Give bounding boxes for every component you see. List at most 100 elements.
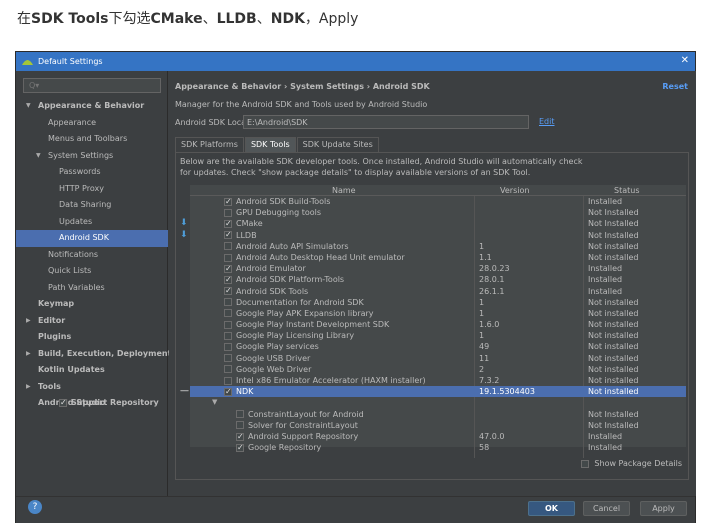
row-checkbox[interactable] <box>236 431 244 442</box>
sidebar-item-updates[interactable]: Updates <box>16 214 168 231</box>
show-details-checkbox[interactable] <box>581 459 590 468</box>
sidebar-item-label: Plugins <box>38 332 72 341</box>
sidebar-item-http-proxy[interactable]: HTTP Proxy <box>16 181 168 198</box>
row-checkbox[interactable] <box>224 242 232 251</box>
table-row[interactable]: Documentation for Android SDK 1 Not instal… <box>190 297 686 308</box>
table-row[interactable]: Google Play services 49 Not installed <box>190 341 686 352</box>
chevron-down-icon[interactable]: ▼ <box>26 98 31 115</box>
sidebar-item-editor[interactable]: ▶ Editor <box>16 313 168 330</box>
caption-ndk: NDK <box>270 11 305 27</box>
sidebar-item-appearance[interactable]: Appearance <box>16 115 168 132</box>
row-checkbox[interactable] <box>224 208 232 217</box>
minus-icon: — <box>180 386 189 397</box>
column-status[interactable]: Status <box>614 185 640 196</box>
chevron-right-icon[interactable]: ▶ <box>26 313 31 330</box>
row-checkbox[interactable] <box>224 309 232 318</box>
row-checkbox[interactable] <box>236 442 244 453</box>
table-row[interactable]: ConstraintLayout for Android Not Installe… <box>190 409 686 420</box>
row-checkbox[interactable] <box>224 298 232 307</box>
row-checkbox[interactable] <box>224 274 232 285</box>
sidebar-item-tools[interactable]: ▶ Tools <box>16 379 168 396</box>
search-input[interactable] <box>27 80 137 91</box>
row-checkbox[interactable] <box>224 253 232 262</box>
table-row[interactable]: Android SDK Platform-Tools 28.0.1 Installe… <box>190 274 686 285</box>
sidebar-item-plugins[interactable]: Plugins <box>16 329 168 346</box>
sidebar-item-menus-and-toolbars[interactable]: Menus and Toolbars <box>16 131 168 148</box>
row-name: Android Auto API Simulators <box>236 241 349 251</box>
column-version[interactable]: Version <box>500 185 529 196</box>
row-checkbox[interactable] <box>224 365 232 374</box>
chevron-down-icon[interactable]: ▼ <box>36 148 41 165</box>
row-checkbox[interactable] <box>224 331 232 340</box>
row-checkbox[interactable] <box>224 376 232 385</box>
table-row[interactable]: Android SDK Build-Tools Installed <box>190 196 686 207</box>
row-name: Intel x86 Emulator Accelerator (HAXM ins… <box>236 376 426 385</box>
edit-location-link[interactable]: Edit <box>539 117 555 126</box>
table-row[interactable]: Google Repository 58 Installed <box>190 442 686 453</box>
sidebar-item-notifications[interactable]: Notifications <box>16 247 168 264</box>
row-checkbox[interactable] <box>59 397 67 408</box>
row-checkbox[interactable] <box>224 196 232 207</box>
tab-sdk-update-sites[interactable]: SDK Update Sites <box>296 137 379 152</box>
caption-suffix: ，Apply <box>304 11 359 27</box>
table-row[interactable]: Google Play Instant Development SDK 1.6.0… <box>190 319 686 330</box>
chevron-right-icon[interactable]: ▶ <box>26 379 31 396</box>
row-status: Not installed <box>588 387 639 397</box>
row-checkbox[interactable] <box>224 263 232 274</box>
table-row[interactable]: GPU Debugging tools Not Installed <box>190 207 686 218</box>
chevron-down-icon[interactable]: ▼ <box>212 397 217 408</box>
sidebar-item-label: Kotlin Updates <box>38 365 105 374</box>
sidebar-item-path-variables[interactable]: Path Variables <box>16 280 168 297</box>
table-row[interactable]: Google Web Driver 2 Not installed <box>190 364 686 375</box>
row-checkbox[interactable] <box>224 354 232 363</box>
row-checkbox[interactable] <box>236 421 244 430</box>
close-icon[interactable]: ✕ <box>681 55 689 66</box>
row-checkbox[interactable] <box>224 229 232 240</box>
row-checkbox[interactable] <box>224 386 232 397</box>
table-row[interactable]: Google USB Driver 11 Not installed <box>190 353 686 364</box>
sdk-location-field[interactable] <box>243 115 529 129</box>
table-row[interactable]: Solver for ConstraintLayout Not Installed <box>190 420 686 431</box>
apply-button[interactable]: Apply <box>640 501 687 516</box>
sidebar-item-quick-lists[interactable]: Quick Lists <box>16 263 168 280</box>
table-row[interactable]: Android Emulator 28.0.23 Installed <box>190 263 686 274</box>
row-checkbox[interactable] <box>224 343 232 352</box>
column-name[interactable]: Name <box>332 185 356 196</box>
row-checkbox[interactable] <box>224 285 232 296</box>
row-name: Support Repository <box>71 398 159 408</box>
table-row[interactable]: ▼ Support Repository <box>59 397 686 408</box>
show-package-details[interactable]: Show Package Details <box>581 459 682 468</box>
sidebar-item-appearance-behavior[interactable]: ▼ Appearance & Behavior <box>16 98 168 115</box>
sidebar-item-build-execution-deployment[interactable]: ▶ Build, Execution, Deployment <box>16 346 171 363</box>
sidebar-item-android-sdk[interactable]: Android SDK <box>16 230 168 247</box>
row-version: 47.0.0 <box>479 431 505 441</box>
sidebar-item-label: Notifications <box>48 249 99 259</box>
row-checkbox[interactable] <box>224 320 232 329</box>
ok-button[interactable]: OK <box>528 501 575 516</box>
table-row[interactable]: Android SDK Tools 26.1.1 Installed <box>190 285 686 297</box>
table-row[interactable]: Google Play APK Expansion library 1 Not in… <box>190 308 686 319</box>
settings-search[interactable] <box>23 78 161 93</box>
table-row[interactable]: Android Auto Desktop Head Unit emulator 1… <box>190 252 686 263</box>
help-icon[interactable]: ? <box>28 500 42 514</box>
chevron-right-icon[interactable]: ▶ <box>26 346 31 363</box>
table-row[interactable]: ⬇ CMake Not Installed <box>180 218 686 229</box>
sidebar-item-data-sharing[interactable]: Data Sharing <box>16 197 168 214</box>
table-row[interactable]: Android Auto API Simulators 1 Not installe… <box>190 241 686 252</box>
cancel-button[interactable]: Cancel <box>583 501 630 516</box>
sidebar-item-system-settings[interactable]: ▼ System Settings <box>16 148 168 165</box>
row-checkbox[interactable] <box>236 410 244 419</box>
row-version: 1.1 <box>479 252 492 262</box>
tab-sdk-tools[interactable]: SDK Tools <box>244 137 296 152</box>
tab-sdk-platforms[interactable]: SDK Platforms <box>175 137 244 152</box>
table-row[interactable]: Intel x86 Emulator Accelerator (HAXM ins… <box>190 375 686 386</box>
row-checkbox[interactable] <box>224 218 232 229</box>
table-row[interactable]: ⬇ LLDB Not Installed <box>180 229 686 241</box>
sidebar-item-passwords[interactable]: Passwords <box>16 164 168 181</box>
sidebar-item-kotlin-updates[interactable]: Kotlin Updates <box>16 362 168 379</box>
reset-link[interactable]: Reset <box>662 82 688 91</box>
table-row[interactable]: — NDK 19.1.5304403 Not installed <box>180 386 686 398</box>
table-row[interactable]: Android Support Repository 47.0.0 Installe… <box>190 431 686 442</box>
sidebar-item-keymap[interactable]: Keymap <box>16 296 168 313</box>
table-row[interactable]: Google Play Licensing Library 1 Not instal… <box>190 330 686 341</box>
